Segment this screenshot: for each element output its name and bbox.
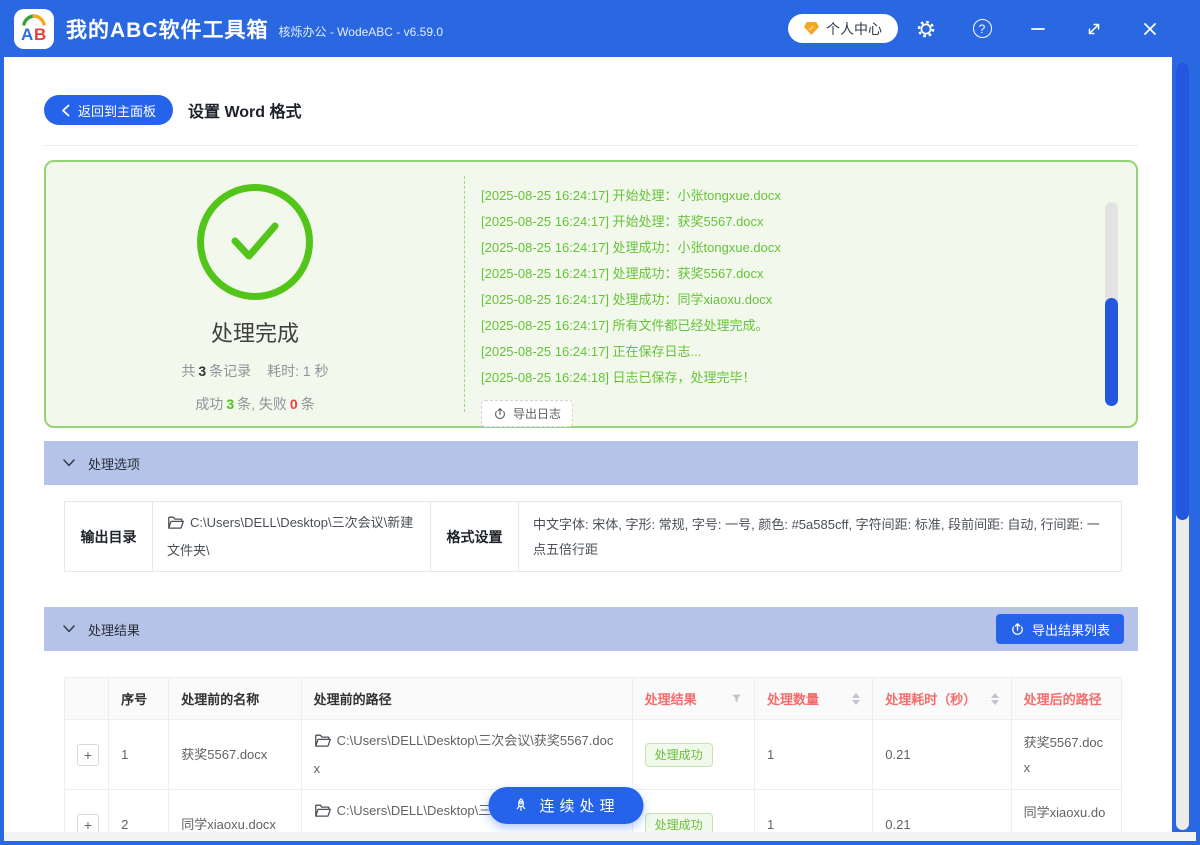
log-line: [2025-08-25 16:24:17] 所有文件都已经处理完成。 bbox=[481, 313, 1136, 339]
window-scrollbar[interactable] bbox=[1176, 62, 1189, 830]
options-box: 输出目录 C:\Users\DELL\Desktop\三次会议\新建文件夹\ 格… bbox=[64, 501, 1122, 572]
app-logo-icon: A B bbox=[14, 9, 54, 49]
col-index: 序号 bbox=[109, 678, 169, 720]
page-header: 返回到主面板 设置 Word 格式 bbox=[44, 57, 1138, 146]
row-count: 1 bbox=[754, 790, 872, 833]
status-badge: 处理成功 bbox=[645, 743, 713, 767]
vip-gem-icon: ✓ bbox=[804, 22, 819, 35]
log-panel: [2025-08-25 16:24:17] 开始处理：小张tongxue.doc… bbox=[464, 176, 1136, 412]
back-button-label: 返回到主面板 bbox=[78, 101, 156, 120]
table-row: + 1 获奖5567.docx C:\Users\DELL\Desktop\三次… bbox=[65, 720, 1122, 790]
output-dir-label: 输出目录 bbox=[65, 502, 153, 571]
summary-panel: 处理完成 共3条记录耗时: 1 秒 成功3条, 失败0条 [2025-08-25… bbox=[44, 160, 1138, 428]
chevron-left-icon bbox=[61, 104, 70, 117]
status-badge: 处理成功 bbox=[645, 813, 713, 832]
summary-success-fail: 成功3条, 失败0条 bbox=[195, 394, 314, 414]
log-line: [2025-08-25 16:24:17] 正在保存日志... bbox=[481, 339, 1136, 365]
app-title: 我的ABC软件工具箱 bbox=[66, 14, 269, 44]
settings-gear-icon[interactable] bbox=[898, 9, 954, 49]
col-path: 处理前的路径 bbox=[301, 678, 632, 720]
svg-text:A: A bbox=[21, 25, 33, 44]
col-name: 处理前的名称 bbox=[169, 678, 301, 720]
expand-column-header bbox=[65, 678, 109, 720]
row-index: 2 bbox=[109, 790, 169, 833]
log-line: [2025-08-25 16:24:17] 开始处理：获奖5567.docx bbox=[481, 209, 1136, 235]
row-out-name: 同学xiaoxu.docx bbox=[1011, 790, 1121, 833]
row-name: 同学xiaoxu.docx bbox=[169, 790, 301, 833]
log-scrollbar[interactable] bbox=[1105, 202, 1118, 406]
row-result: 处理成功 bbox=[632, 790, 754, 833]
summary-status-block: 处理完成 共3条记录耗时: 1 秒 成功3条, 失败0条 bbox=[46, 162, 464, 426]
app-subtitle: 核烁办公 - WodeABC - v6.59.0 bbox=[279, 23, 444, 40]
success-count: 3 bbox=[223, 396, 237, 412]
sort-icon[interactable] bbox=[852, 693, 860, 705]
row-name: 获奖5567.docx bbox=[169, 720, 301, 790]
fail-count: 0 bbox=[287, 396, 301, 412]
log-scrollbar-thumb[interactable] bbox=[1105, 298, 1118, 406]
upload-icon bbox=[1010, 622, 1025, 637]
continue-processing-button[interactable]: 连续处理 bbox=[488, 787, 643, 824]
elapsed-time: 耗时: 1 秒 bbox=[267, 363, 328, 379]
row-count: 1 bbox=[754, 720, 872, 790]
col-time: 处理耗时（秒） bbox=[873, 678, 1011, 720]
export-results-button[interactable]: 导出结果列表 bbox=[996, 614, 1124, 644]
user-center-label: 个人中心 bbox=[826, 19, 882, 39]
row-out-name: 获奖5567.docx bbox=[1011, 720, 1121, 790]
rocket-icon bbox=[512, 797, 529, 814]
status-text: 处理完成 bbox=[211, 316, 299, 348]
main-content: 返回到主面板 设置 Word 格式 处理完成 共3条记录耗时: 1 秒 成功3条… bbox=[4, 57, 1172, 832]
help-icon[interactable]: ? bbox=[954, 9, 1010, 49]
format-settings-label: 格式设置 bbox=[431, 502, 519, 571]
summary-totals: 共3条记录耗时: 1 秒 bbox=[181, 361, 328, 381]
page-title: 设置 Word 格式 bbox=[188, 98, 301, 122]
close-icon[interactable] bbox=[1122, 9, 1178, 49]
minimize-icon[interactable] bbox=[1010, 9, 1066, 49]
back-to-main-button[interactable]: 返回到主面板 bbox=[44, 95, 173, 125]
options-section-header[interactable]: 处理选项 bbox=[44, 441, 1138, 485]
log-line: [2025-08-25 16:24:17] 处理成功：获奖5567.docx bbox=[481, 261, 1136, 287]
results-section-header[interactable]: 处理结果 导出结果列表 bbox=[44, 607, 1138, 651]
row-time: 0.21 bbox=[873, 790, 1011, 833]
maximize-icon[interactable] bbox=[1066, 9, 1122, 49]
log-line: [2025-08-25 16:24:17] 处理成功：小张tongxue.doc… bbox=[481, 235, 1136, 261]
row-time: 0.21 bbox=[873, 720, 1011, 790]
format-settings-value: 中文字体: 宋体, 字形: 常规, 字号: 一号, 颜色: #5a585cff,… bbox=[519, 502, 1121, 571]
export-results-label: 导出结果列表 bbox=[1032, 620, 1110, 639]
col-out-path: 处理后的路径 bbox=[1011, 678, 1121, 720]
log-line: [2025-08-25 16:24:18] 日志已保存，处理完毕！ bbox=[481, 365, 1136, 391]
col-result: 处理结果 bbox=[632, 678, 754, 720]
window-scrollbar-thumb[interactable] bbox=[1176, 62, 1189, 520]
options-section-title: 处理选项 bbox=[88, 454, 140, 473]
total-count: 3 bbox=[195, 363, 209, 379]
col-count: 处理数量 bbox=[754, 678, 872, 720]
success-check-icon bbox=[197, 184, 313, 300]
folder-icon bbox=[167, 513, 184, 538]
user-center-button[interactable]: ✓ 个人中心 bbox=[788, 14, 898, 43]
row-path: C:\Users\DELL\Desktop\三次会议\获奖5567.docx bbox=[301, 720, 632, 790]
filter-funnel-icon[interactable] bbox=[731, 693, 742, 704]
row-result: 处理成功 bbox=[632, 720, 754, 790]
expand-row-button[interactable]: + bbox=[77, 814, 99, 833]
expand-row-button[interactable]: + bbox=[77, 744, 99, 766]
folder-icon bbox=[314, 731, 331, 756]
table-header-row: 序号 处理前的名称 处理前的路径 处理结果 处理数量 bbox=[65, 678, 1122, 720]
export-log-button[interactable]: 导出日志 bbox=[481, 400, 573, 427]
svg-text:B: B bbox=[34, 25, 46, 44]
horizontal-scrollbar-track[interactable] bbox=[4, 832, 1196, 841]
options-body: 输出目录 C:\Users\DELL\Desktop\三次会议\新建文件夹\ 格… bbox=[44, 485, 1138, 594]
row-index: 1 bbox=[109, 720, 169, 790]
chevron-down-icon bbox=[63, 625, 75, 633]
log-line: [2025-08-25 16:24:17] 处理成功：同学xiaoxu.docx bbox=[481, 287, 1136, 313]
export-log-label: 导出日志 bbox=[513, 405, 561, 422]
upload-icon bbox=[493, 407, 507, 421]
folder-icon bbox=[314, 801, 331, 826]
output-dir-value: C:\Users\DELL\Desktop\三次会议\新建文件夹\ bbox=[153, 502, 431, 571]
results-section-title: 处理结果 bbox=[88, 620, 140, 639]
sort-icon[interactable] bbox=[991, 693, 999, 705]
chevron-down-icon bbox=[63, 459, 75, 467]
log-line: [2025-08-25 16:24:17] 开始处理：小张tongxue.doc… bbox=[481, 183, 1136, 209]
continue-processing-label: 连续处理 bbox=[539, 795, 619, 816]
titlebar: A B 我的ABC软件工具箱 核烁办公 - WodeABC - v6.59.0 … bbox=[0, 0, 1200, 57]
